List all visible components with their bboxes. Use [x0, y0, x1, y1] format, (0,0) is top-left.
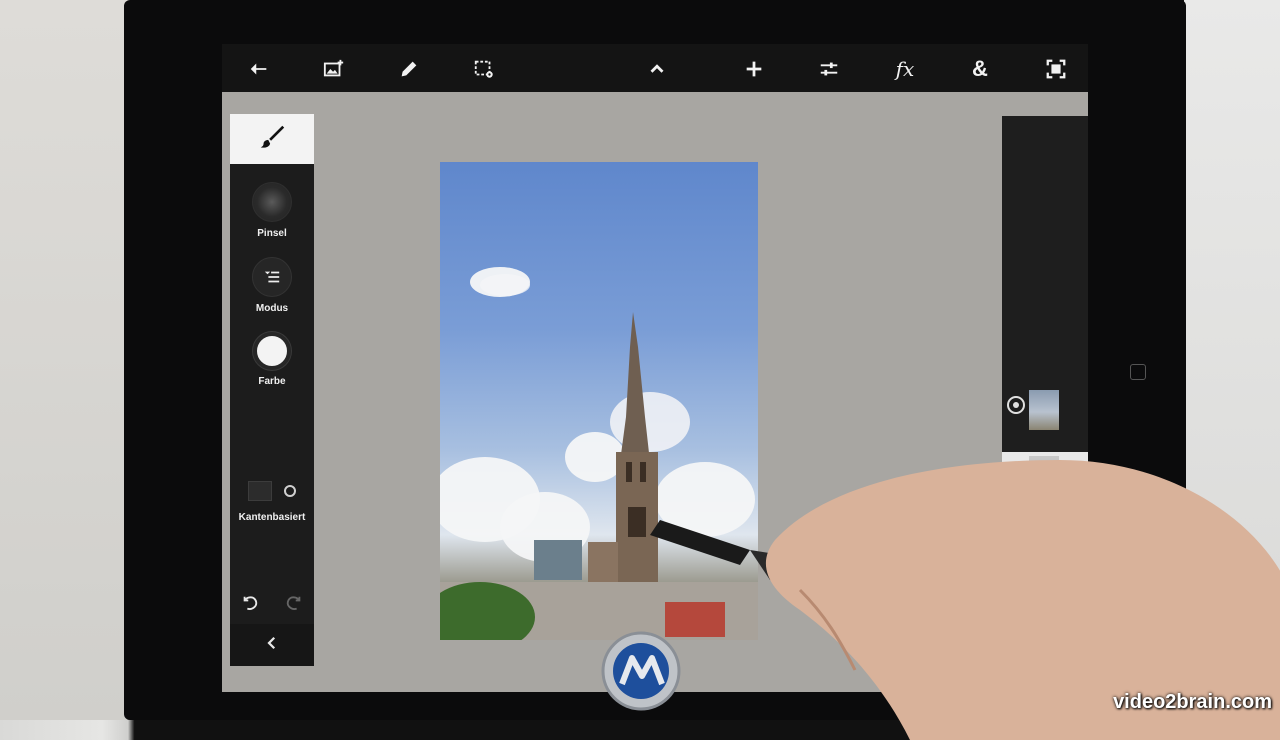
chevron-left-icon — [263, 634, 281, 657]
collapse-panel-button[interactable] — [230, 624, 314, 666]
brush-label: Pinsel — [257, 228, 287, 239]
layer-visibility-radio[interactable] — [1007, 396, 1025, 414]
color-setting[interactable]: Farbe — [230, 332, 314, 387]
brush-icon — [257, 122, 287, 157]
layer-row-1[interactable] — [1002, 386, 1088, 432]
color-label: Farbe — [258, 376, 286, 387]
fx-icon[interactable]: fx — [888, 52, 922, 86]
active-tool-header[interactable] — [230, 114, 314, 164]
adjustments-icon[interactable] — [812, 52, 846, 86]
watermark-text: video2brain.com — [1113, 691, 1272, 713]
top-toolbar: fx & — [222, 44, 1088, 92]
brush-setting[interactable]: Pinsel — [230, 182, 314, 239]
back-arrow-icon[interactable] — [242, 52, 276, 86]
layers-panel — [1002, 116, 1088, 498]
fullscreen-icon[interactable] — [1039, 52, 1073, 86]
brush-preview — [252, 182, 292, 222]
undo-icon[interactable] — [240, 594, 262, 624]
redo-icon[interactable] — [282, 594, 304, 624]
mode-list-icon — [252, 257, 292, 297]
toggle-track — [248, 481, 272, 501]
mode-label: Modus — [255, 303, 289, 314]
layer-thumbnail — [1029, 390, 1059, 430]
color-swatch — [253, 332, 291, 370]
add-image-icon[interactable] — [317, 52, 351, 86]
channel-logo — [601, 631, 681, 711]
mode-setting[interactable]: Modus — [230, 257, 314, 314]
selection-settings-icon[interactable] — [467, 52, 501, 86]
room-background-left — [0, 0, 135, 720]
plus-icon[interactable] — [737, 52, 771, 86]
tablet-home-button — [1130, 364, 1146, 380]
pencil-icon[interactable] — [392, 52, 426, 86]
edge-aware-label: Kantenbasiert — [238, 512, 306, 523]
chevron-up-icon[interactable] — [640, 52, 674, 86]
edge-aware-setting: Kantenbasiert — [230, 480, 314, 523]
toggle-knob — [284, 485, 296, 497]
ampersand-icon[interactable]: & — [963, 52, 997, 86]
edge-aware-toggle[interactable] — [248, 480, 296, 502]
brush-tool-panel: Pinsel Modus Farbe Kantenbasiert — [230, 114, 314, 666]
history-controls — [230, 594, 314, 624]
